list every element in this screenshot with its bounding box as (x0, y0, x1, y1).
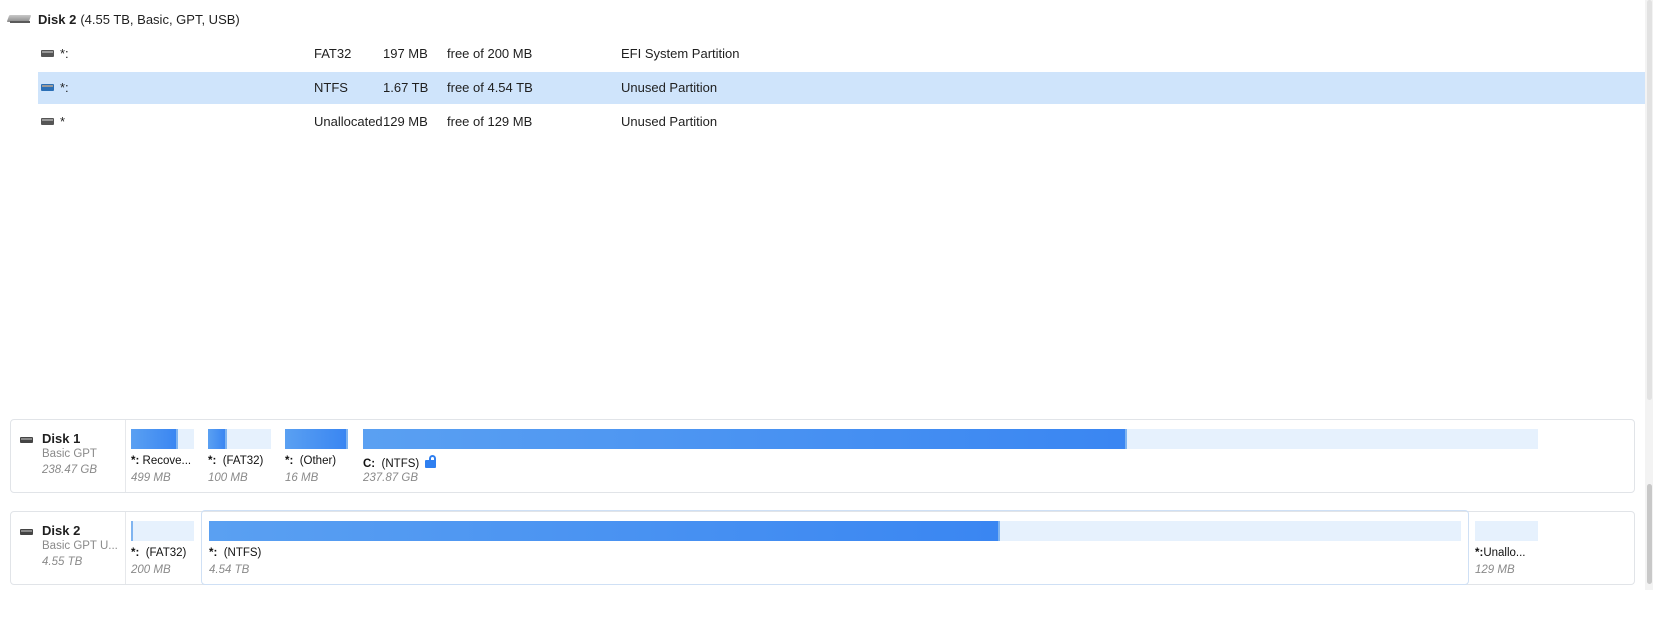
partition-letter: C: (363, 458, 376, 470)
partition-fs-label: Recove... (142, 455, 192, 467)
disk-header-meta: (4.55 TB, Basic, GPT, USB) (80, 11, 240, 27)
disk-name: Disk 2 (42, 523, 81, 538)
disk2-partition-fat32[interactable]: *: (FAT32) 200 MB (131, 512, 194, 584)
usage-bar (209, 521, 1461, 541)
unallocated-bar (1475, 521, 1538, 541)
disk-size: 4.55 TB (42, 556, 83, 568)
partition-fs: FAT32 (314, 46, 352, 61)
disk-name: Disk 1 (42, 431, 81, 446)
partition-name: *: (60, 46, 69, 61)
partition-size: 16 MB (285, 472, 319, 484)
usage-fill (209, 521, 1000, 541)
partition-size: 4.54 TB (209, 564, 250, 576)
partition-icon (41, 84, 54, 91)
partition-row[interactable]: * Unallocated 129 MB free of 129 MB Unus… (38, 106, 1645, 138)
partition-letter: *: (208, 455, 217, 467)
partition-label: *: (FAT32) (131, 547, 186, 559)
partition-fs: NTFS (314, 80, 348, 95)
usage-fill (131, 429, 178, 449)
partition-free: free of 200 MB (447, 46, 533, 61)
partition-name: *: (60, 80, 69, 95)
partition-size: 129 MB (383, 114, 428, 129)
partition-size: 200 MB (131, 564, 171, 576)
disk1-card[interactable]: Disk 1 Basic GPT 238.47 GB *: Recove... … (10, 419, 1635, 493)
partition-fs-label: (FAT32) (145, 547, 187, 559)
partition-fs-label: Unallo... (1483, 547, 1526, 559)
partition-letter: *: (131, 455, 140, 467)
disk-icon (20, 529, 33, 535)
usage-bar (131, 521, 194, 541)
partition-type: Unused Partition (621, 114, 718, 129)
partition-free: free of 4.54 TB (447, 80, 533, 95)
partition-label: *: (FAT32) (208, 455, 263, 467)
usage-bar (208, 429, 271, 449)
partition-list-pane: Disk 2 (4.55 TB, Basic, GPT, USB) *: FAT… (0, 0, 1645, 430)
usage-fill (285, 429, 348, 449)
disk1-partition-c[interactable]: C: (NTFS) 237.87 GB (363, 420, 1538, 492)
usage-fill (363, 429, 1127, 449)
partition-size: 100 MB (208, 472, 248, 484)
unlock-icon (425, 455, 437, 468)
disk2-card[interactable]: Disk 2 Basic GPT U... 4.55 TB *: (FAT32)… (10, 510, 1635, 585)
partition-name: * (60, 114, 66, 129)
disk-list-header[interactable]: Disk 2 (4.55 TB, Basic, GPT, USB) (8, 8, 240, 30)
drive-icon (8, 14, 30, 24)
partition-free: free of 129 MB (447, 114, 533, 129)
partition-label: *: (Other) (285, 455, 336, 467)
partition-type: EFI System Partition (621, 46, 740, 61)
partition-fs-label: (Other) (299, 455, 337, 467)
disk1-partition-recovery[interactable]: *: Recove... 499 MB (131, 420, 194, 492)
usage-fill (208, 429, 227, 449)
disk-type: Basic GPT (42, 448, 97, 460)
disk1-info[interactable]: Disk 1 Basic GPT 238.47 GB (11, 420, 126, 492)
partition-label: *: Recove... (131, 455, 194, 467)
disk-header-title: Disk 2 (38, 11, 77, 27)
partition-label: *: (NTFS) (209, 547, 261, 559)
usage-bar (131, 429, 194, 449)
map-scrollbar-thumb[interactable] (1647, 484, 1652, 584)
disk-size: 238.47 GB (42, 464, 97, 476)
usage-bar (363, 429, 1538, 449)
partition-fs-label: (FAT32) (222, 455, 264, 467)
partition-row-selected[interactable]: *: NTFS 1.67 TB free of 4.54 TB Unused P… (38, 72, 1645, 104)
partition-letter: *: (285, 455, 294, 467)
usage-bar (285, 429, 348, 449)
partition-fs: Unallocated (314, 114, 383, 129)
partition-size: 237.87 GB (363, 472, 418, 484)
usage-fill (131, 521, 133, 541)
partition-fs-label: (NTFS) (223, 547, 262, 559)
disk2-partition-ntfs-selected[interactable]: *: (NTFS) 4.54 TB (201, 510, 1469, 585)
disk-icon (20, 437, 33, 443)
partition-row[interactable]: *: FAT32 197 MB free of 200 MB EFI Syste… (38, 38, 1645, 70)
disk1-partition-fat32[interactable]: *: (FAT32) 100 MB (208, 420, 271, 492)
partition-label: *:Unallo... (1475, 547, 1538, 559)
partition-fs-label: (NTFS) (381, 458, 420, 470)
disk2-partition-unallocated[interactable]: *:Unallo... 129 MB (1475, 512, 1538, 584)
partition-size: 499 MB (131, 472, 171, 484)
partition-size: 129 MB (1475, 564, 1515, 576)
disk2-info[interactable]: Disk 2 Basic GPT U... 4.55 TB (11, 512, 126, 584)
disk1-partition-other[interactable]: *: (Other) 16 MB (285, 420, 348, 492)
partition-size: 197 MB (383, 46, 428, 61)
partition-icon (41, 118, 54, 125)
partition-letter: *: (131, 547, 140, 559)
list-scrollbar-thumb[interactable] (1647, 0, 1652, 400)
partition-icon (41, 50, 54, 57)
partition-type: Unused Partition (621, 80, 718, 95)
partition-letter: *: (209, 547, 218, 559)
partition-label: C: (NTFS) (363, 455, 437, 470)
partition-size: 1.67 TB (383, 80, 429, 95)
disk-type: Basic GPT U... (42, 540, 118, 552)
